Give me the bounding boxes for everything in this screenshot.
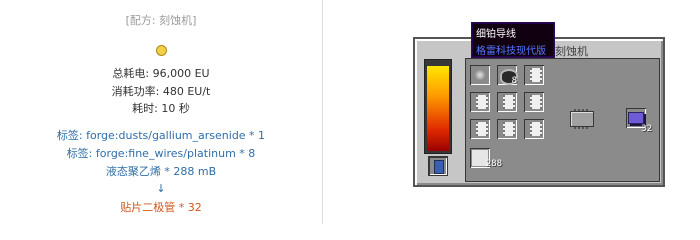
- item-tooltip: 细铂导线 格雷科技现代版: [471, 22, 555, 58]
- recipe-panel: [配方: 刻蚀机] 总耗电: 96,000 EU 消耗功率: 480 EU/t …: [0, 0, 322, 224]
- input-slot-dust[interactable]: [470, 65, 490, 85]
- arrow-down-icon: ↓: [156, 182, 166, 195]
- machine-name: [配方: 刻蚀机]: [125, 14, 197, 27]
- slot-count: 8: [511, 76, 517, 86]
- battery-icon: [434, 160, 444, 174]
- machine-gui: 刻蚀机 8 288 32: [413, 37, 665, 187]
- empty-slot-icon[interactable]: [497, 92, 517, 112]
- machine-inventory: 8 288 32: [465, 58, 660, 182]
- input-item-1[interactable]: 标签: forge:dusts/gallium_arsenide * 1: [0, 127, 322, 143]
- fluid-slot[interactable]: 288: [470, 148, 502, 169]
- duration: 耗时: 10 秒: [132, 102, 190, 115]
- fluid-amount: 288: [485, 159, 502, 169]
- total-energy: 总耗电: 96,000 EU: [112, 67, 210, 80]
- energy-fill: [427, 65, 449, 151]
- input-fluid[interactable]: 液态聚乙烯 * 288 mB: [0, 163, 322, 179]
- input-slot-wires[interactable]: 8: [497, 65, 518, 86]
- output-item[interactable]: 贴片二极管 * 32: [0, 199, 322, 215]
- output-count: 32: [641, 124, 652, 134]
- empty-slot-icon[interactable]: [470, 92, 490, 112]
- progress-arrow: [570, 109, 594, 129]
- gui-title: 刻蚀机: [555, 45, 588, 58]
- power-usage: 消耗功率: 480 EU/t: [111, 85, 211, 98]
- tooltip-title: 细铂导线: [476, 29, 516, 40]
- output-slot[interactable]: 32: [626, 108, 652, 134]
- tooltip-mod-name: 格雷科技现代版: [476, 46, 546, 57]
- empty-slot-icon[interactable]: [524, 119, 544, 139]
- empty-slot-icon[interactable]: [524, 65, 544, 85]
- energy-bar[interactable]: [424, 59, 452, 154]
- empty-slot-icon[interactable]: [470, 119, 490, 139]
- panel-divider: [322, 0, 323, 224]
- input-item-2[interactable]: 标签: forge:fine_wires/platinum * 8: [0, 145, 322, 161]
- empty-slot-icon[interactable]: [497, 119, 517, 139]
- battery-slot[interactable]: [428, 156, 448, 176]
- empty-slot-icon[interactable]: [524, 92, 544, 112]
- lightbulb-icon: [156, 45, 167, 56]
